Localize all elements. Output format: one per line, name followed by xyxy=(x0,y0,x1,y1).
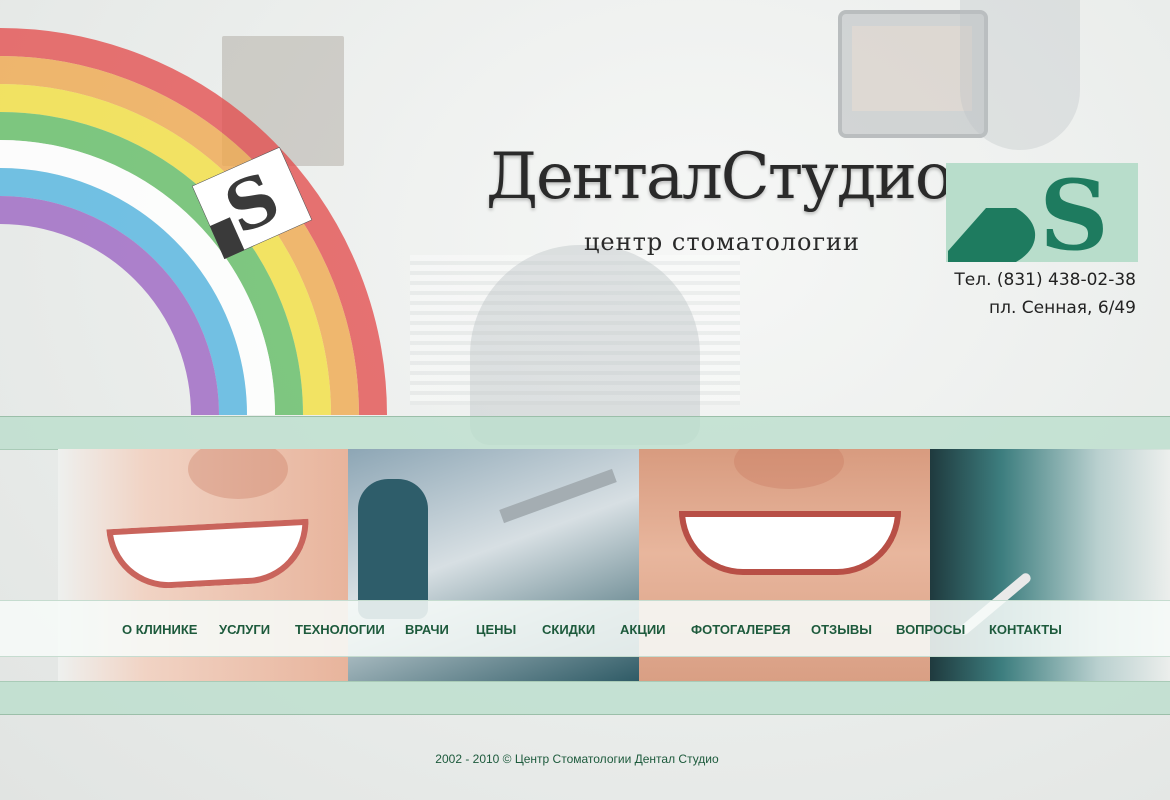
address: пл. Сенная, 6/49 xyxy=(989,298,1136,318)
dental-chair-image xyxy=(470,245,700,445)
lamp-arm-shape xyxy=(499,468,617,524)
chair-shape xyxy=(358,479,428,619)
nav-item-reviews[interactable]: ОТЗЫВЫ xyxy=(811,622,872,637)
nav-item-promotions[interactable]: АКЦИИ xyxy=(620,622,666,637)
smile-shape xyxy=(679,511,901,575)
decor-band-top xyxy=(0,416,1170,450)
ds-logo-icon[interactable]: S xyxy=(946,163,1138,262)
nav-item-prices[interactable]: ЦЕНЫ xyxy=(476,622,516,637)
nav-item-gallery[interactable]: ФОТОГАЛЕРЕЯ xyxy=(691,622,791,637)
smile-shape xyxy=(106,518,312,592)
nav-item-questions[interactable]: ВОПРОСЫ xyxy=(896,622,965,637)
svg-text:S: S xyxy=(1039,163,1108,262)
nav-item-services[interactable]: УСЛУГИ xyxy=(219,622,270,637)
decor-band-bottom xyxy=(0,681,1170,715)
nav-item-contacts[interactable]: КОНТАКТЫ xyxy=(989,622,1062,637)
nose-shape xyxy=(734,449,844,489)
nav-item-about[interactable]: О КЛИНИКЕ xyxy=(122,622,197,637)
main-navigation: О КЛИНИКЕ УСЛУГИ ТЕХНОЛОГИИ ВРАЧИ ЦЕНЫ С… xyxy=(0,600,1170,657)
nav-item-discounts[interactable]: СКИДКИ xyxy=(542,622,595,637)
footer-copyright: 2002 - 2010 © Центр Стоматологии Дентал … xyxy=(435,752,719,766)
nav-item-technologies[interactable]: ТЕХНОЛОГИИ xyxy=(295,622,385,637)
dental-lamp-image xyxy=(960,0,1080,150)
phone-number[interactable]: Тел. (831) 438-02-38 xyxy=(954,270,1136,290)
nav-item-doctors[interactable]: ВРАЧИ xyxy=(405,622,449,637)
brand-subtitle: центр стоматологии xyxy=(584,228,861,256)
nose-shape xyxy=(188,449,288,499)
brand-title: ДенталСтудио xyxy=(486,140,953,214)
